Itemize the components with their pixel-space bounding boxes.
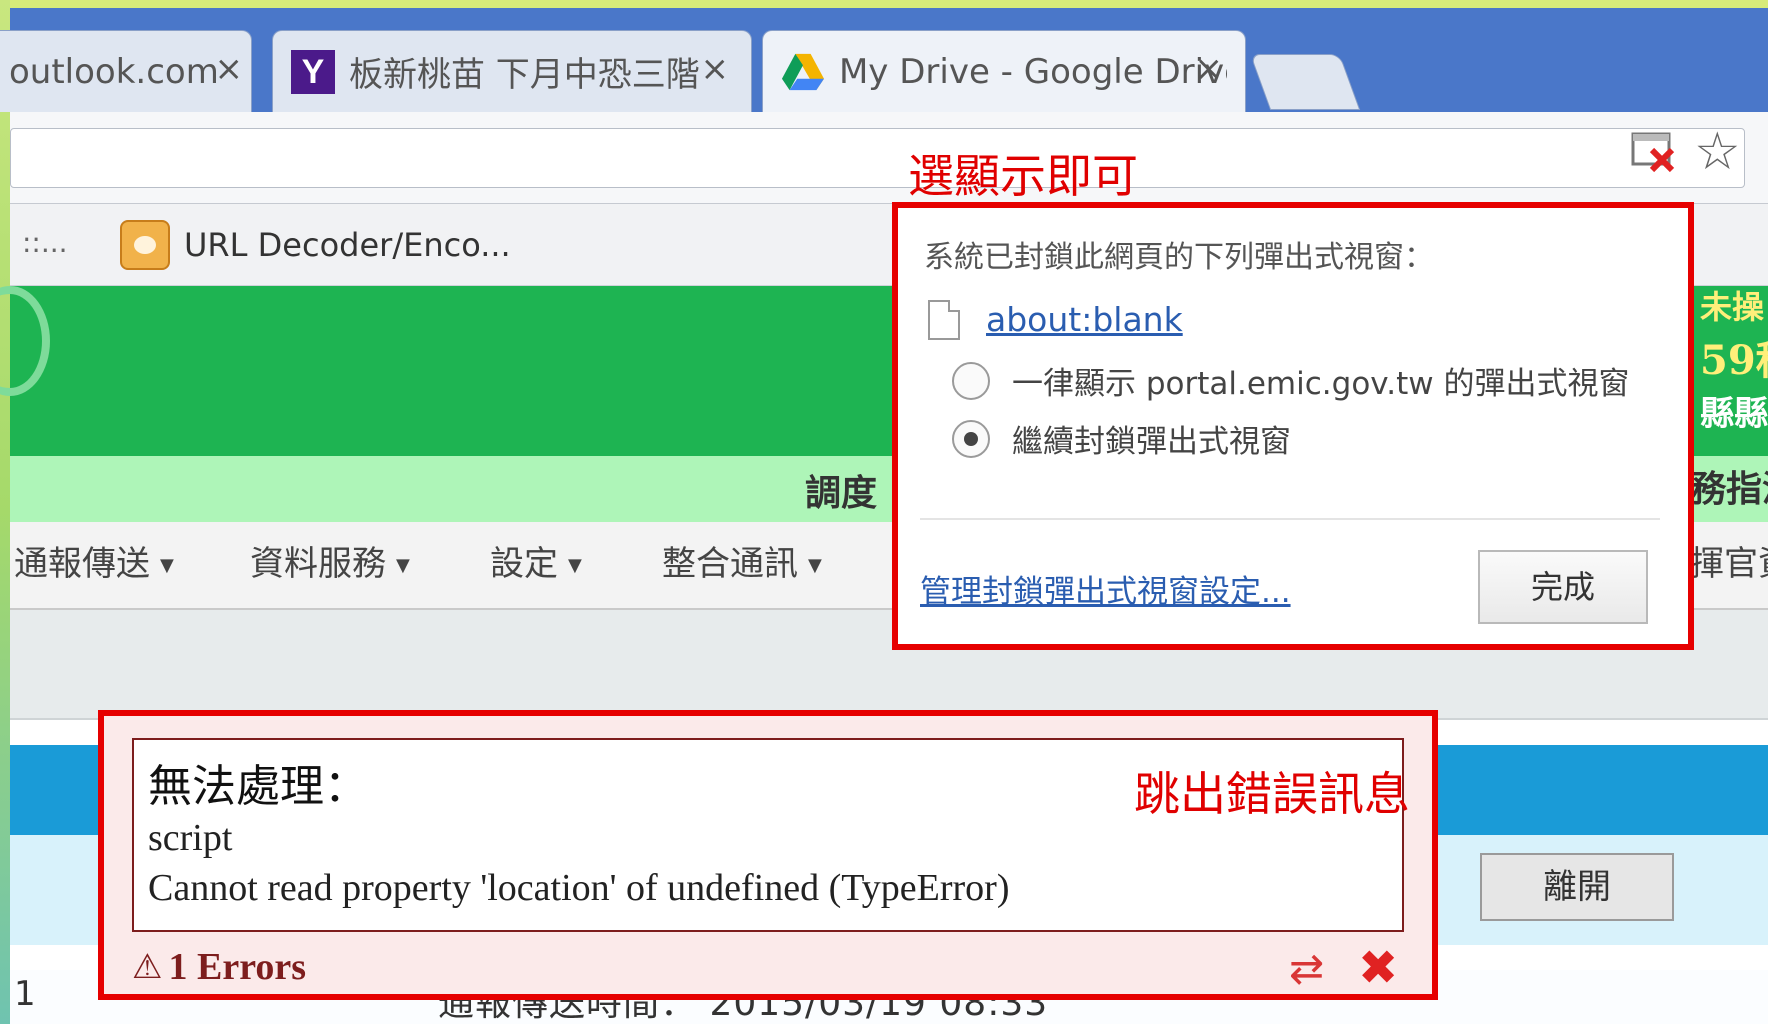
warning-icon: ⚠ <box>132 947 163 987</box>
tab-title: My Drive - Google Drive <box>838 51 1227 92</box>
done-button[interactable]: 完成 <box>1478 550 1648 624</box>
bookmark-favicon-icon <box>120 220 170 270</box>
radio-allow[interactable] <box>952 361 990 400</box>
document-icon <box>928 300 960 340</box>
popup-bubble-title: 系統已封鎖此網頁的下列彈出式視窗： <box>924 240 1434 275</box>
address-bar[interactable] <box>10 128 1745 188</box>
popup-blocked-icon[interactable] <box>1630 128 1678 176</box>
annotation-error-popup: 跳出錯誤訊息 <box>1134 767 1410 821</box>
error-message-box: 無法處理： script Cannot read property 'locat… <box>132 738 1410 932</box>
subbanner-peek-text: 務指派 <box>1690 468 1768 510</box>
option-always-allow[interactable]: 一律顯示 portal.emic.gov.tw 的彈出式視窗 <box>952 358 1629 403</box>
tab-google-drive[interactable]: My Drive - Google Drive × <box>762 30 1246 112</box>
chevron-down-icon: ▼ <box>396 555 410 576</box>
error-footer: ⚠ 1 Errors <box>132 942 306 992</box>
blocked-popup-link[interactable]: about:blank <box>986 300 1183 339</box>
error-dialog: 無法處理： script Cannot read property 'locat… <box>98 710 1438 1000</box>
tab-title: 板新桃苗 下月中恐三階限 <box>349 55 699 95</box>
menu-label: 資料服務 <box>250 544 386 584</box>
chevron-down-icon: ▼ <box>808 555 822 576</box>
row-index: 1 <box>14 974 36 1014</box>
annotation-select-show: 選顯示即可 <box>908 149 1138 203</box>
tab-bar: outlook.com × Y 板新桃苗 下月中恐三階限 × My Drive … <box>0 0 1768 112</box>
bookmark-url-decoder[interactable]: URL Decoder/Enco... <box>120 218 511 272</box>
error-message: Cannot read property 'location' of undef… <box>148 867 1010 909</box>
menu-unified-comm[interactable]: 整合通訊 ▼ <box>662 536 822 585</box>
banner-arc <box>0 286 50 396</box>
popup-blocked-bubble: 系統已封鎖此網頁的下列彈出式視窗： about:blank 一律顯示 porta… <box>892 202 1694 650</box>
radio-allow-label: 一律顯示 portal.emic.gov.tw 的彈出式視窗 <box>1012 366 1630 402</box>
menu-label: 設定 <box>490 544 558 584</box>
tab-outlook[interactable]: outlook.com × <box>0 30 252 112</box>
chevron-down-icon: ▼ <box>160 555 174 576</box>
browser-toolbar: ☆ <box>10 112 1768 204</box>
menu-data-service[interactable]: 資料服務 ▼ <box>250 536 410 585</box>
banner-peek-text: 縣縣 <box>1700 394 1768 434</box>
error-heading: 無法處理： <box>148 761 368 812</box>
reload-icon[interactable]: ⇄ <box>1289 944 1324 993</box>
error-source: script <box>148 817 233 859</box>
window-edge <box>0 0 10 1024</box>
banner-peek-text: 未操 <box>1700 288 1765 326</box>
menu-settings[interactable]: 設定 ▼ <box>490 536 582 585</box>
chevron-down-icon: ▼ <box>568 555 582 576</box>
leave-button[interactable]: 離開 <box>1480 853 1674 921</box>
tabbar-glow <box>10 0 1768 8</box>
tab-close-icon[interactable]: × <box>1195 49 1224 89</box>
close-icon[interactable]: ✖ <box>1358 940 1398 996</box>
manage-popup-settings-link[interactable]: 管理封鎖彈出式視窗設定... <box>920 566 1291 611</box>
menu-label: 通報傳送 <box>14 544 150 584</box>
option-keep-blocking[interactable]: 繼續封鎖彈出式視窗 <box>952 416 1291 461</box>
radio-block[interactable] <box>952 419 990 458</box>
bookmark-label: URL Decoder/Enco... <box>184 226 511 264</box>
new-tab-button[interactable] <box>1249 54 1361 110</box>
divider <box>920 518 1660 520</box>
tab-yahoo-news[interactable]: Y 板新桃苗 下月中恐三階限 × <box>272 30 752 112</box>
yahoo-favicon-icon: Y <box>291 49 335 94</box>
banner-peek-text: 59秒 <box>1700 337 1768 384</box>
error-count: 1 Errors <box>168 946 307 988</box>
bookmark-overflow[interactable]: ::... <box>22 226 68 259</box>
radio-block-label: 繼續封鎖彈出式視窗 <box>1012 424 1291 460</box>
menu-label: 整合通訊 <box>662 544 798 584</box>
tab-close-icon[interactable]: × <box>215 49 244 89</box>
bookmark-star-icon[interactable]: ☆ <box>1694 122 1741 182</box>
subbanner-title: 調度 <box>805 472 878 514</box>
tab-close-icon[interactable]: × <box>701 49 730 89</box>
tab-title: outlook.com <box>9 51 219 92</box>
menu-report-send[interactable]: 通報傳送 ▼ <box>14 536 174 585</box>
menu-peek[interactable]: 揮官資 <box>1690 536 1768 585</box>
google-drive-icon <box>781 53 824 90</box>
